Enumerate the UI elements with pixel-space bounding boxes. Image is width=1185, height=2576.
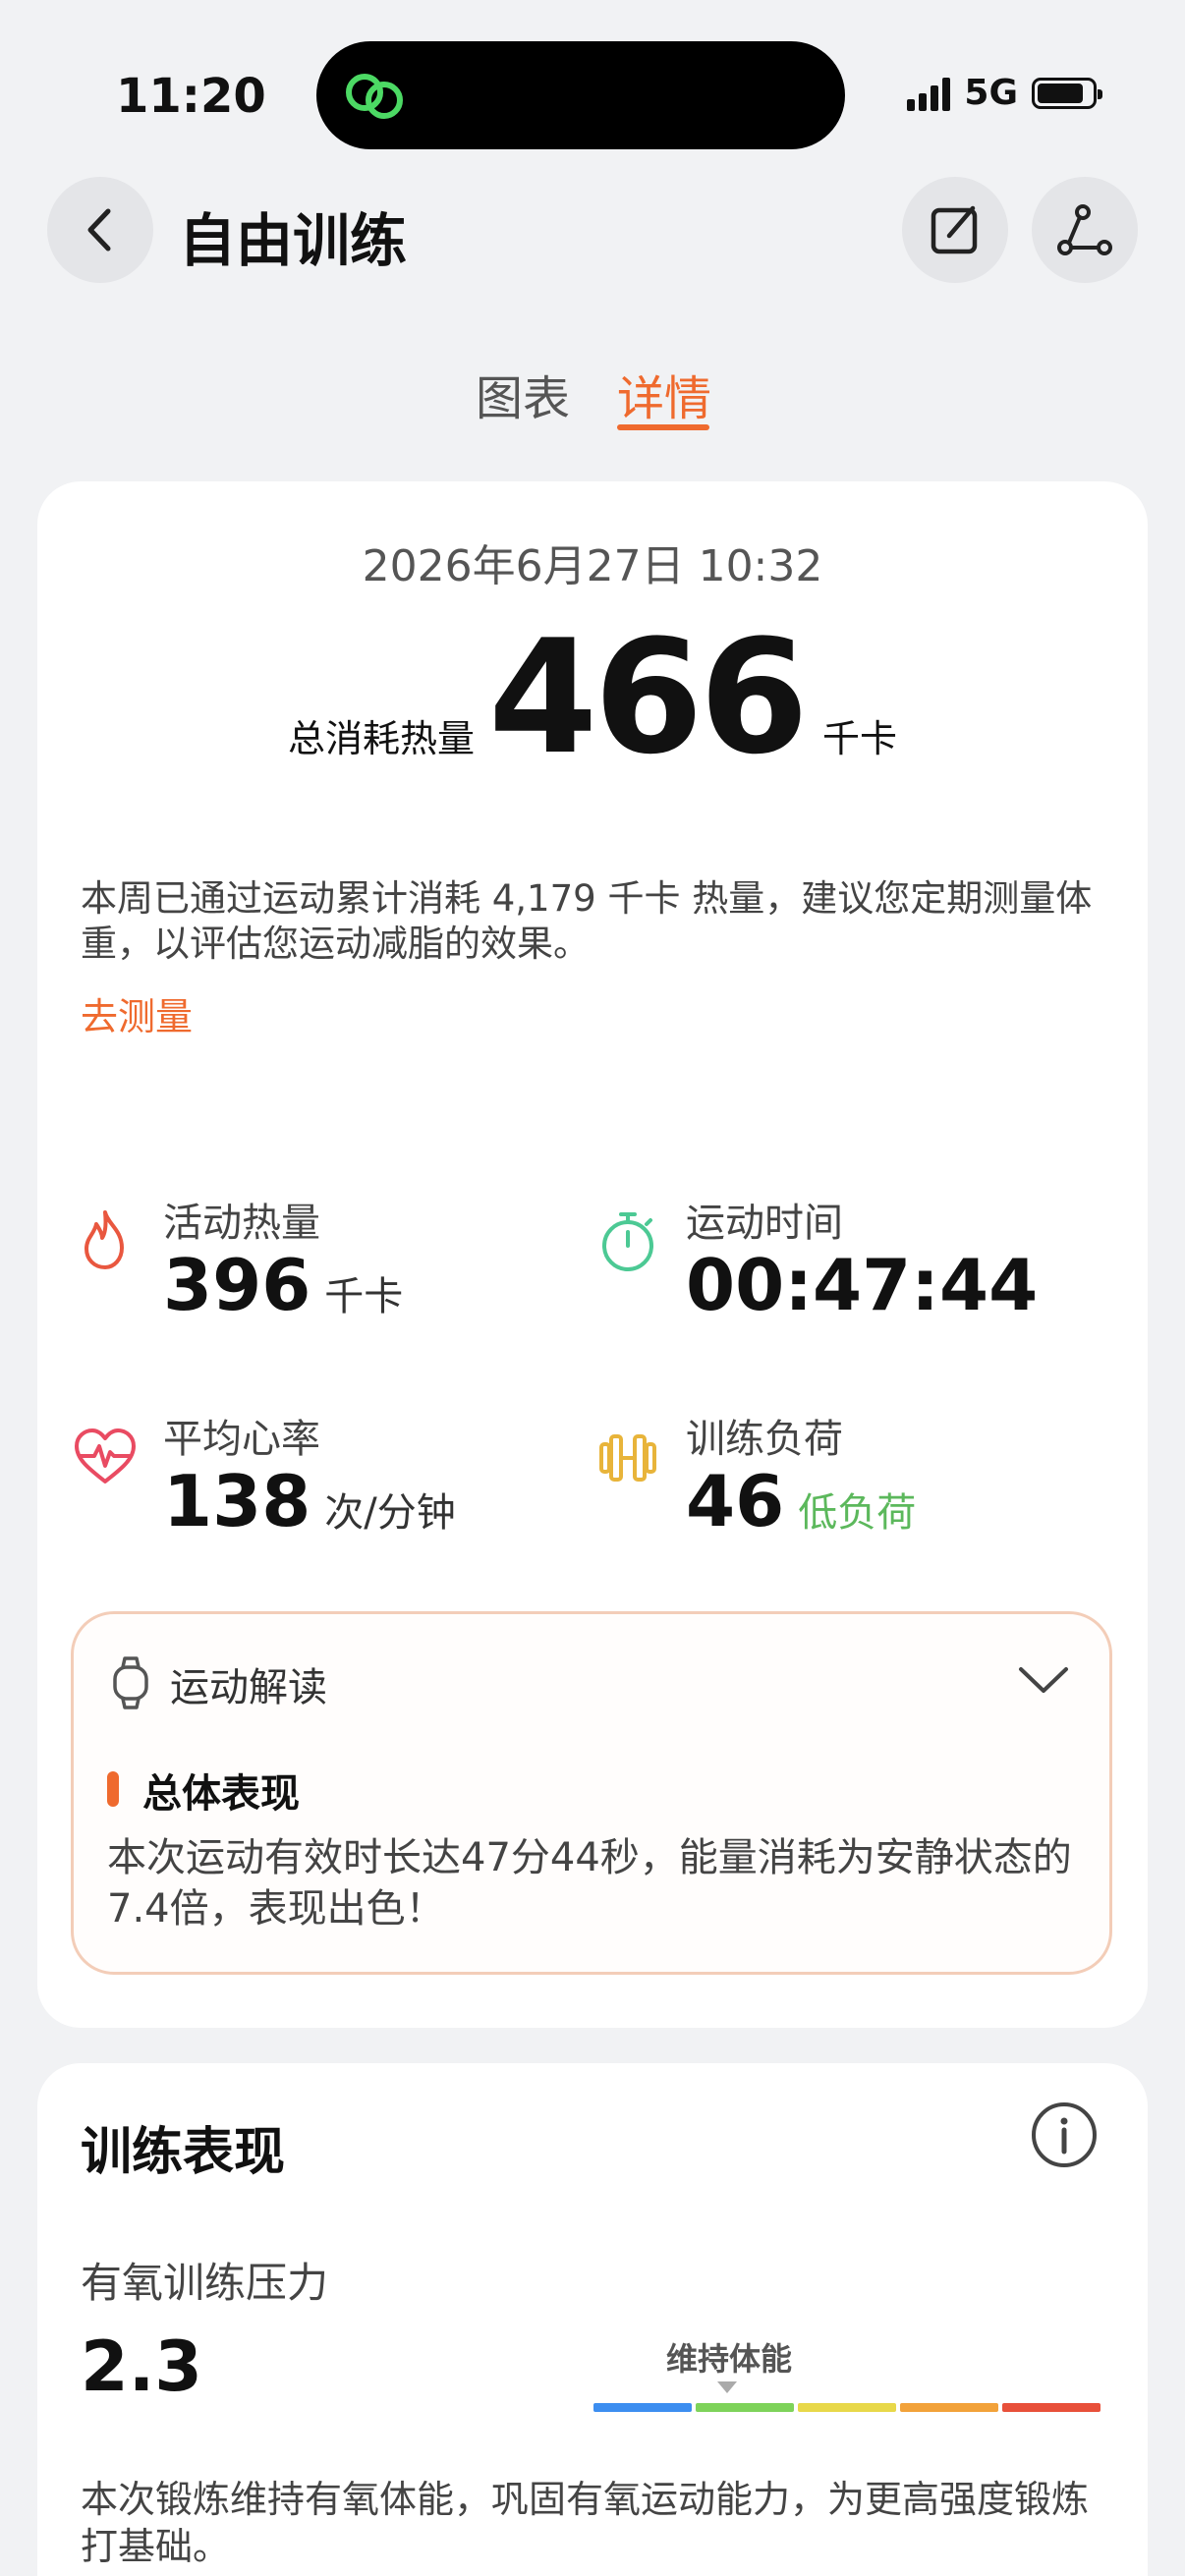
- stopwatch-icon: [602, 1212, 653, 1271]
- workout-datetime: 2026年6月27日 10:32: [362, 541, 823, 591]
- metric-value-row: 46 低负荷: [686, 1460, 916, 1542]
- metric-label: 运动时间: [686, 1201, 843, 1246]
- total-calories-label: 总消耗热量: [287, 717, 475, 760]
- edit-button[interactable]: [902, 177, 1008, 283]
- battery-fill: [1038, 83, 1083, 103]
- level-segment: [1002, 2403, 1100, 2412]
- dumbbell-icon: [599, 1434, 656, 1482]
- share-icon: [1057, 204, 1112, 255]
- heart-rate-unit: 次/分钟: [324, 1490, 456, 1536]
- status-time: 11:20: [116, 69, 266, 124]
- section-accent-bar: [107, 1771, 119, 1807]
- level-label: 维持体能: [666, 2340, 793, 2378]
- aerobic-stress-label: 有氧训练压力: [81, 2259, 329, 2307]
- workout-summary-card: 2026年6月27日 10:32 总消耗热量 466 千卡 本周已通过运动累计消…: [37, 481, 1148, 2028]
- total-calories-unit: 千卡: [821, 717, 897, 760]
- weekly-summary-text: 本周已通过运动累计消耗 4,179 千卡 热量，建议您定期测量体重，以评估您运动…: [81, 877, 1093, 965]
- workout-analysis-panel[interactable]: 运动解读 总体表现 本次运动有效时长达47分44秒，能量消耗为安静状态的7.4倍…: [71, 1611, 1112, 1975]
- performance-description: 本次锻炼维持有氧体能，巩固有氧运动能力，为更高强度锻炼打基础。: [81, 2478, 1090, 2568]
- tab-detail[interactable]: 详情: [617, 360, 711, 428]
- signal-icon: [907, 76, 951, 111]
- training-load-level: 低负荷: [798, 1490, 917, 1536]
- heart-rate-icon: [75, 1428, 136, 1484]
- level-segment: [593, 2403, 692, 2412]
- total-calories: 总消耗热量 466 千卡: [37, 619, 1148, 776]
- training-performance-card: 训练表现 有氧训练压力 2.3 维持体能 本次锻炼维持有氧体能，巩固有氧运动能力…: [37, 2063, 1148, 2576]
- level-marker: [717, 2381, 737, 2393]
- dynamic-island: [316, 41, 845, 149]
- active-tab-indicator: [617, 424, 709, 430]
- chevron-left-icon: [87, 208, 111, 252]
- page-title: 自由训练: [179, 207, 408, 274]
- total-calories-value: 466: [488, 605, 809, 789]
- metric-value-row: 396 千卡: [163, 1244, 403, 1326]
- edit-icon: [931, 205, 978, 254]
- metric-value-row: 00:47:44: [686, 1244, 1038, 1326]
- network-type: 5G: [964, 73, 1018, 113]
- training-load-value: 46: [686, 1460, 785, 1542]
- status-indicators: 5G: [907, 73, 1102, 113]
- analysis-title: 运动解读: [170, 1665, 327, 1710]
- metric-label: 活动热量: [163, 1201, 320, 1246]
- level-segment: [798, 2403, 896, 2412]
- active-calories-unit: 千卡: [324, 1274, 404, 1319]
- link-rings-icon: [346, 74, 403, 119]
- share-button[interactable]: [1032, 177, 1138, 283]
- info-icon[interactable]: [1030, 2100, 1099, 2169]
- duration-value: 00:47:44: [686, 1244, 1039, 1326]
- measure-link[interactable]: 去测量: [81, 986, 193, 1040]
- metric-label: 平均心率: [163, 1417, 320, 1462]
- flame-icon: [85, 1210, 124, 1269]
- overall-performance-text: 本次运动有效时长达47分44秒，能量消耗为安静状态的7.4倍，表现出色！: [107, 1835, 1072, 1932]
- tab-chart[interactable]: 图表: [476, 360, 570, 428]
- back-button[interactable]: [47, 177, 153, 283]
- battery-icon: [1032, 77, 1102, 109]
- performance-title: 训练表现: [81, 2123, 286, 2182]
- overall-performance-title: 总体表现: [142, 1771, 300, 1817]
- aerobic-stress-value: 2.3: [81, 2326, 203, 2407]
- chevron-down-icon[interactable]: [1017, 1659, 1070, 1699]
- level-scale: [593, 2403, 1100, 2412]
- level-segment: [696, 2403, 794, 2412]
- level-segment: [900, 2403, 998, 2412]
- metric-value-row: 138 次/分钟: [163, 1460, 456, 1542]
- active-calories-value: 396: [163, 1244, 311, 1326]
- watch-icon: [113, 1656, 148, 1709]
- heart-rate-value: 138: [163, 1460, 311, 1542]
- metric-label: 训练负荷: [686, 1417, 843, 1462]
